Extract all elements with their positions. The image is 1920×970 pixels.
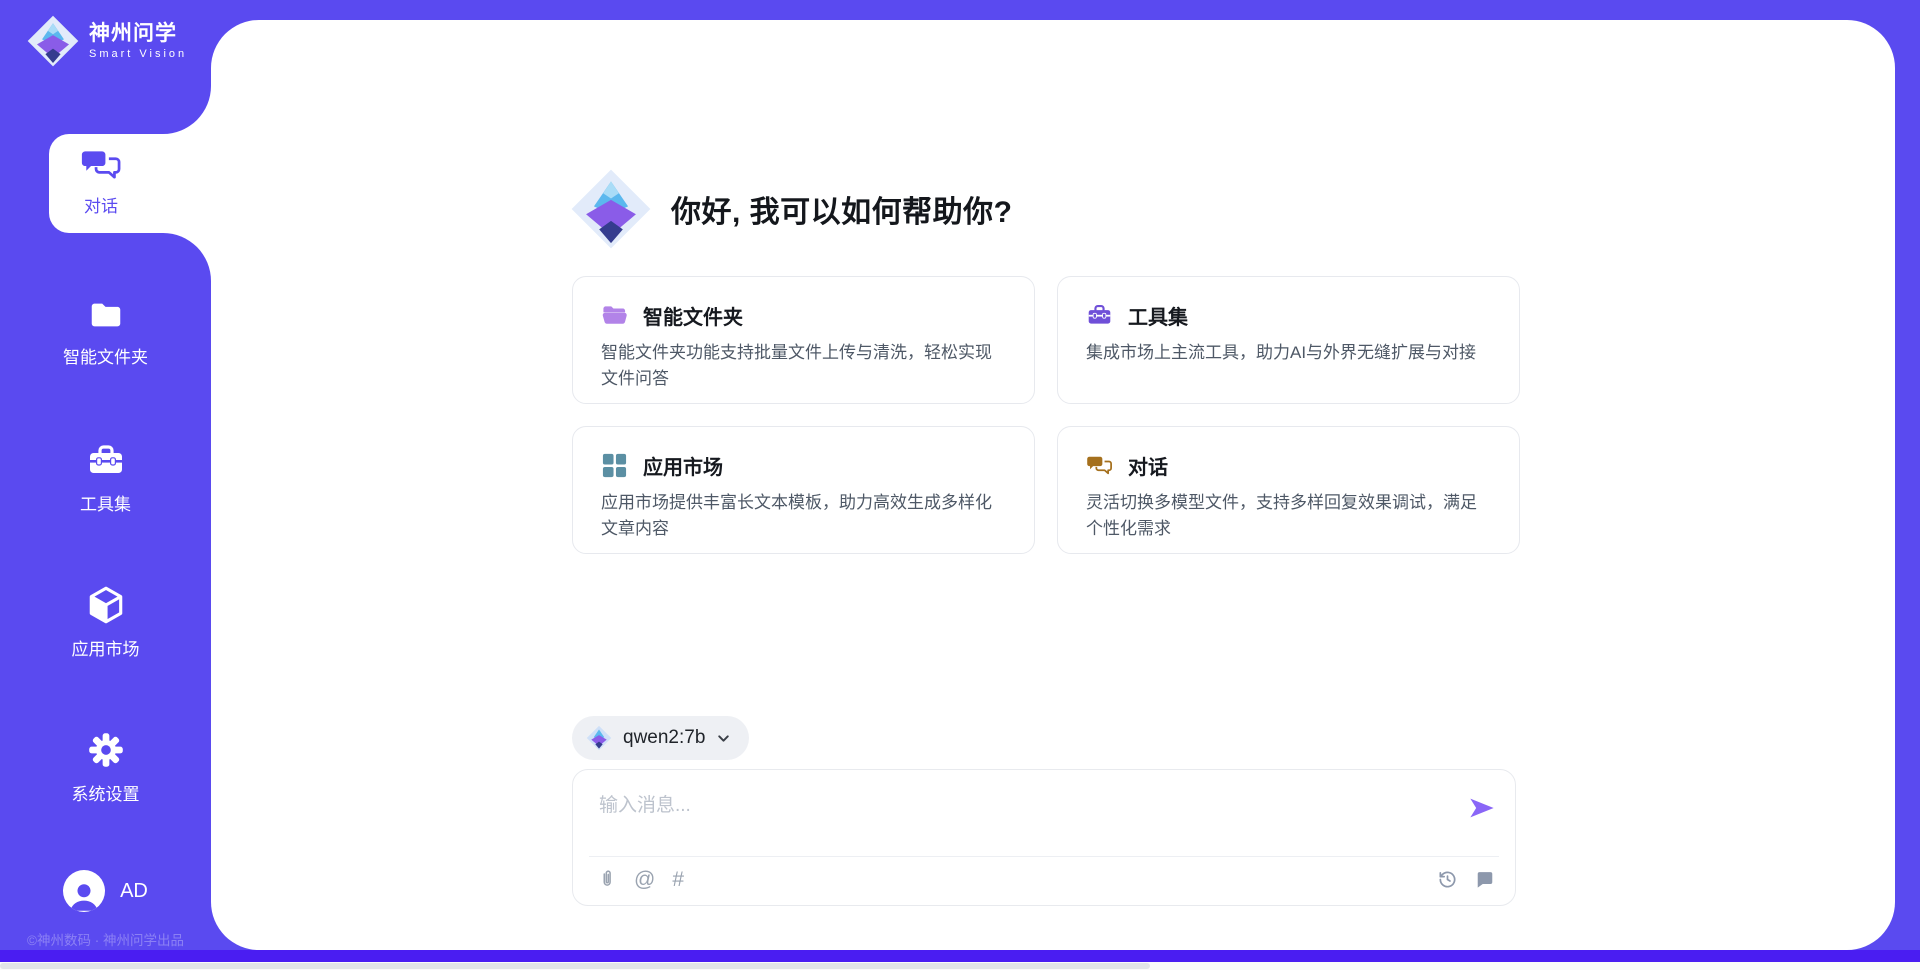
sidebar-item-smart-folder[interactable]: 智能文件夹: [0, 296, 211, 368]
sidebar-item-app-market[interactable]: 应用市场: [0, 584, 211, 660]
folder-open-icon: [601, 302, 628, 329]
sidebar-item-chat-inner: 对话: [49, 144, 153, 217]
cube-icon: [85, 584, 127, 626]
message-composer: @ #: [572, 769, 1516, 906]
app-name: 神州问学: [89, 22, 187, 45]
hashtag-button[interactable]: #: [672, 869, 684, 890]
toolbox-icon: [1086, 302, 1113, 329]
composer-tools-right: [1437, 869, 1495, 890]
at-icon: @: [634, 869, 655, 890]
sidebar-item-label: 应用市场: [72, 635, 140, 660]
user-initials: AD: [120, 880, 148, 903]
card-description: 灵活切换多模型文件，支持多样回复效果调试，满足个性化需求: [1086, 490, 1491, 541]
mention-button[interactable]: @: [634, 869, 655, 890]
hash-icon: #: [672, 869, 684, 890]
user-profile[interactable]: AD: [0, 870, 211, 912]
card-header: 对话: [1086, 451, 1491, 480]
composer-tools-left: @ #: [597, 868, 684, 890]
send-button[interactable]: [1467, 794, 1497, 824]
tab-curve-bottom: [163, 233, 211, 281]
chat-square-icon: [1475, 869, 1495, 889]
app-title-block: 神州问学 Smart Vision: [89, 22, 187, 60]
card-header: 工具集: [1086, 301, 1491, 330]
card-toolset[interactable]: 工具集 集成市场上主流工具，助力AI与外界无缝扩展与对接: [1057, 276, 1520, 404]
send-icon: [1468, 794, 1496, 822]
copyright-footer: ©神州数码 · 神州问学出品: [0, 929, 211, 949]
greeting-text: 你好, 我可以如何帮助你?: [671, 187, 1013, 231]
diamond-logo-icon: [26, 14, 80, 68]
sidebar-item-label: 对话: [84, 192, 118, 217]
sidebar-item-label: 工具集: [80, 490, 131, 515]
feature-cards: 智能文件夹 智能文件夹功能支持批量文件上传与清洗，轻松实现文件问答 工具集 集成…: [572, 276, 1520, 554]
model-name: qwen2:7b: [623, 727, 705, 749]
diamond-logo-icon: [569, 167, 653, 251]
card-app-market[interactable]: 应用市场 应用市场提供丰富长文本模板，助力高效生成多样化文章内容: [572, 426, 1035, 554]
tab-curve-top: [163, 86, 211, 134]
greeting: 你好, 我可以如何帮助你?: [569, 166, 1013, 252]
main-content-panel: 你好, 我可以如何帮助你? 智能文件夹 智能文件夹功能支持批量文件上传与清洗，轻…: [211, 20, 1895, 950]
paperclip-icon: [597, 868, 617, 890]
message-input[interactable]: [573, 770, 1433, 850]
scrollbar-thumb[interactable]: [0, 963, 1150, 969]
card-title: 工具集: [1128, 301, 1188, 330]
sidebar-item-chat[interactable]: 对话: [49, 134, 212, 233]
card-header: 智能文件夹: [601, 301, 1006, 330]
gear-icon: [85, 729, 127, 771]
bottom-accent-bar: [0, 950, 1920, 962]
chat-bubbles-icon: [80, 144, 122, 186]
sidebar-item-toolset[interactable]: 工具集: [0, 441, 211, 515]
card-header: 应用市场: [601, 451, 1006, 480]
toolbox-icon: [86, 441, 126, 481]
history-icon: [1437, 869, 1458, 890]
sidebar: 神州问学 Smart Vision 对话 智能文件夹 工具集: [0, 0, 211, 970]
composer-divider: [589, 856, 1499, 857]
app-subtitle: Smart Vision: [89, 48, 187, 60]
card-chat[interactable]: 对话 灵活切换多模型文件，支持多样回复效果调试，满足个性化需求: [1057, 426, 1520, 554]
card-title: 对话: [1128, 451, 1168, 480]
attach-file-button[interactable]: [597, 868, 617, 890]
card-description: 智能文件夹功能支持批量文件上传与清洗，轻松实现文件问答: [601, 340, 1006, 391]
chevron-down-icon: [716, 731, 731, 746]
card-description: 集成市场上主流工具，助力AI与外界无缝扩展与对接: [1086, 340, 1491, 366]
card-smart-folder[interactable]: 智能文件夹 智能文件夹功能支持批量文件上传与清洗，轻松实现文件问答: [572, 276, 1035, 404]
card-title: 应用市场: [643, 451, 723, 480]
app-logo: 神州问学 Smart Vision: [26, 14, 187, 68]
card-title: 智能文件夹: [643, 301, 743, 330]
grid-icon: [601, 452, 628, 479]
model-selector[interactable]: qwen2:7b: [572, 716, 749, 760]
composer-toolbar: @ #: [597, 868, 1495, 890]
sidebar-item-label: 系统设置: [72, 780, 140, 805]
horizontal-scrollbar[interactable]: [0, 962, 1920, 970]
new-chat-button[interactable]: [1475, 869, 1495, 889]
sidebar-item-settings[interactable]: 系统设置: [0, 729, 211, 805]
history-button[interactable]: [1437, 869, 1458, 890]
user-avatar-icon: [63, 875, 105, 912]
diamond-logo-icon: [586, 725, 612, 751]
folder-icon: [87, 296, 125, 334]
chat-bubbles-icon: [1086, 452, 1113, 479]
sidebar-item-label: 智能文件夹: [63, 343, 148, 368]
avatar: [63, 870, 105, 912]
card-description: 应用市场提供丰富长文本模板，助力高效生成多样化文章内容: [601, 490, 1006, 541]
